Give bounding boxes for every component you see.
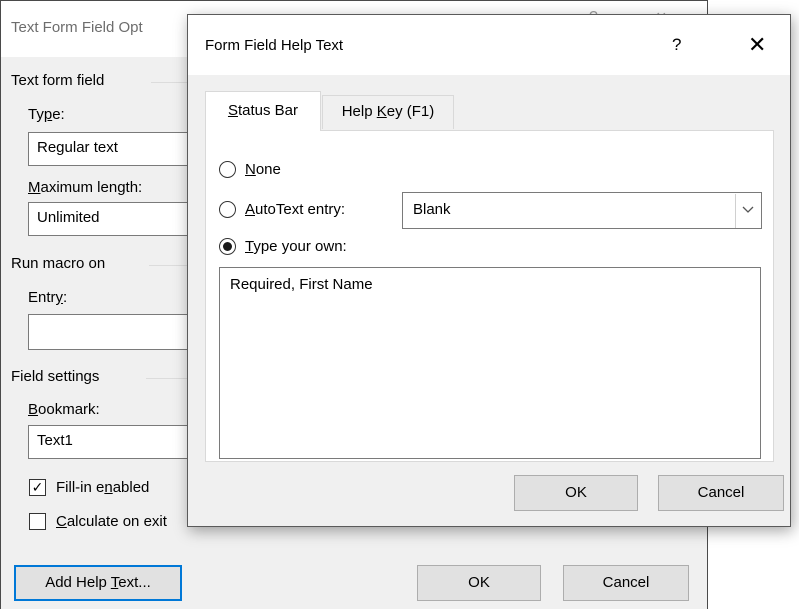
fill-in-enabled-label: Fill-in enabled: [56, 479, 150, 496]
title-bar: Form Field Help Text ? ✕: [188, 15, 790, 75]
fill-in-enabled-checkbox[interactable]: ✓: [29, 479, 46, 496]
cancel-button[interactable]: Cancel: [563, 565, 689, 601]
type-your-own-label: Type your own:: [245, 238, 347, 255]
entry-macro-select[interactable]: [28, 314, 198, 350]
close-icon[interactable]: ✕: [748, 32, 766, 58]
field-settings-group-label: Field settings: [11, 368, 100, 385]
group-divider: [149, 265, 191, 266]
ok-button[interactable]: OK: [417, 565, 541, 601]
form-field-help-text-dialog: Form Field Help Text ? ✕ Status Bar Help…: [187, 14, 791, 527]
radio-selected-dot: [223, 242, 232, 251]
maximum-length-label: Maximum length:: [28, 179, 143, 196]
run-macro-group-label: Run macro on: [11, 255, 106, 272]
none-radio[interactable]: [219, 161, 236, 178]
autotext-entry-radio[interactable]: [219, 201, 236, 218]
cancel-button[interactable]: Cancel: [658, 475, 784, 511]
bookmark-label: Bookmark:: [28, 401, 100, 418]
group-divider: [151, 82, 191, 83]
add-help-text-button[interactable]: Add Help Text...: [14, 565, 182, 601]
tab-panel-status-bar: None AutoText entry: Blank Type your own…: [205, 130, 774, 462]
type-select[interactable]: Regular text: [28, 132, 198, 166]
autotext-entry-select[interactable]: Blank: [402, 192, 762, 229]
bookmark-input[interactable]: Text1: [28, 425, 198, 459]
maximum-length-input[interactable]: Unlimited: [28, 202, 198, 236]
tab-help-key[interactable]: Help Key (F1): [322, 95, 454, 129]
none-label: None: [245, 161, 281, 178]
chevron-down-icon[interactable]: [735, 194, 760, 228]
autotext-entry-label: AutoText entry:: [245, 201, 346, 218]
ok-button[interactable]: OK: [514, 475, 638, 511]
autotext-entry-value: Blank: [413, 201, 451, 218]
dialog-title: Form Field Help Text: [205, 37, 344, 54]
help-icon[interactable]: ?: [672, 35, 681, 55]
text-form-field-group-label: Text form field: [11, 72, 105, 89]
group-divider: [146, 378, 191, 379]
type-your-own-radio[interactable]: [219, 238, 236, 255]
tab-status-bar[interactable]: Status Bar: [205, 91, 321, 131]
entry-label: Entry:: [28, 289, 68, 306]
type-label: Type:: [28, 106, 65, 123]
calculate-on-exit-checkbox[interactable]: [29, 513, 46, 530]
dialog-title: Text Form Field Opt: [11, 19, 143, 36]
calculate-on-exit-label: Calculate on exit: [56, 513, 167, 530]
custom-help-text-area[interactable]: Required, First Name: [219, 267, 761, 459]
